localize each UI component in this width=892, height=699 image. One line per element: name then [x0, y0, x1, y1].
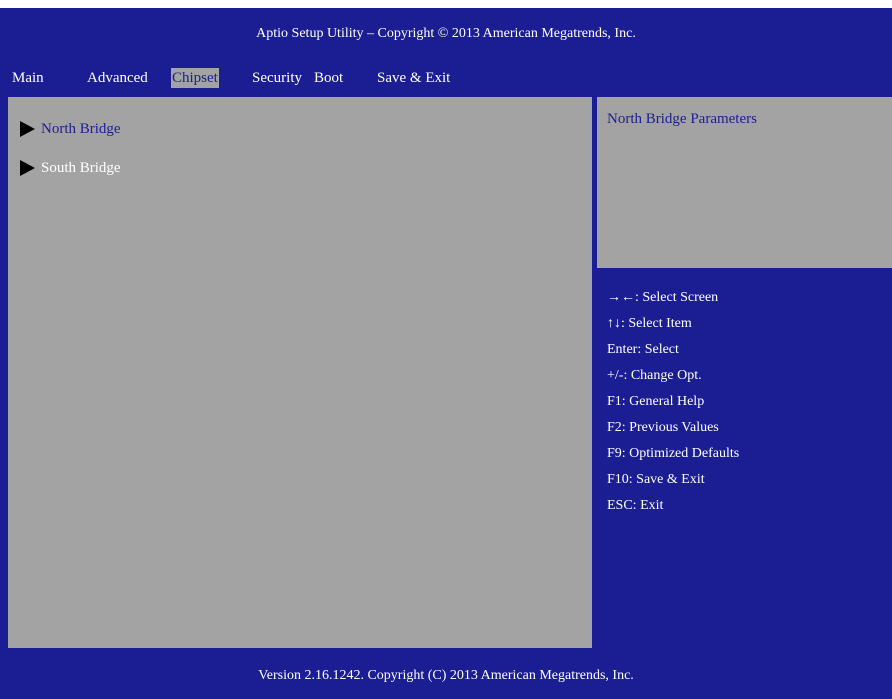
tab-chipset[interactable]: Chipset [171, 68, 219, 88]
key-help-line: →←: Select Screen [607, 290, 719, 305]
tab-main[interactable]: Main [12, 64, 44, 92]
window-title: Aptio Setup Utility – Copyright © 2013 A… [256, 26, 636, 41]
key-help-line: F1: General Help [607, 394, 705, 409]
submenu-arrow-icon [20, 159, 35, 176]
key-help-line: +/-: Change Opt. [607, 368, 702, 383]
tab-security[interactable]: Security [252, 64, 302, 92]
tab-save-exit[interactable]: Save & Exit [377, 64, 450, 92]
key-help-line: ↑↓: Select Item [607, 316, 692, 331]
menu-item-south-bridge[interactable]: South Bridge [20, 157, 121, 179]
help-description: North Bridge Parameters [607, 111, 757, 127]
menu-panel: North Bridge South Bridge [8, 97, 592, 648]
key-help-line: ESC: Exit [607, 498, 664, 513]
key-legend-panel: →←: Select Screen ↑↓: Select Item Enter:… [597, 272, 892, 648]
version-footer: Version 2.16.1242. Copyright (C) 2013 Am… [258, 668, 634, 683]
menu-item-label: South Bridge [41, 160, 121, 176]
key-legend: →←: Select Screen ↑↓: Select Item Enter:… [607, 288, 739, 522]
menu-bar: Main Advanced Chipset Security Boot Save… [8, 64, 892, 92]
tab-advanced[interactable]: Advanced [87, 64, 148, 92]
submenu-arrow-icon [20, 120, 35, 137]
key-help-line: F2: Previous Values [607, 420, 719, 435]
help-panel: North Bridge Parameters [597, 97, 892, 268]
key-help-line: F10: Save & Exit [607, 472, 705, 487]
tab-boot[interactable]: Boot [314, 64, 343, 92]
menu-item-north-bridge[interactable]: North Bridge [20, 118, 121, 140]
key-help-line: F9: Optimized Defaults [607, 446, 740, 461]
bios-setup-screen: Aptio Setup Utility – Copyright © 2013 A… [0, 8, 892, 699]
key-help-line: Enter: Select [607, 342, 679, 357]
menu-item-label: North Bridge [41, 121, 121, 137]
page-heading-fragment [0, 0, 892, 8]
